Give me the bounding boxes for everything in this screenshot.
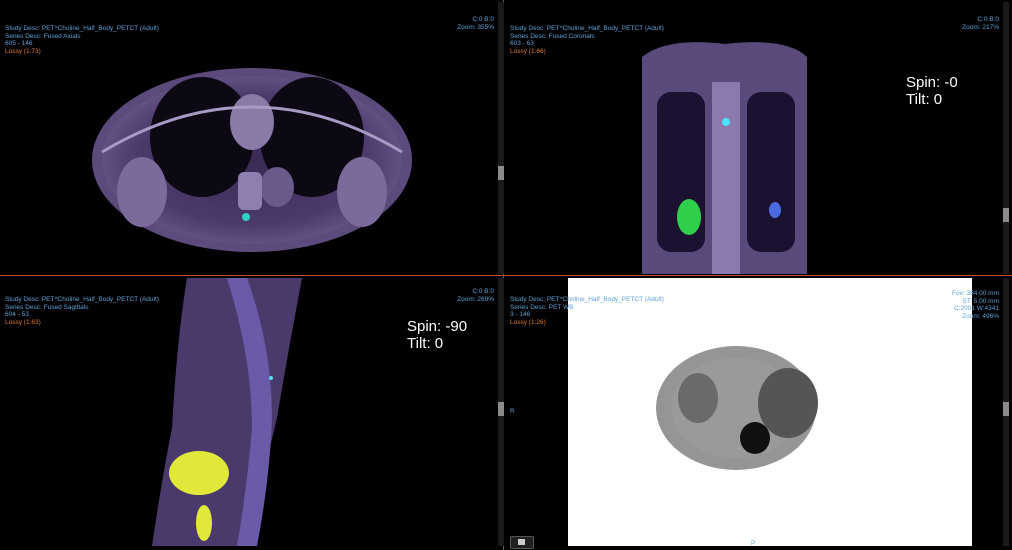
study-desc: Study Desc: PET^Choline_Half_Body_PETCT … — [510, 25, 664, 32]
viewport-fused-sagittal[interactable]: Study Desc: PET^Choline_Half_Body_PETCT … — [2, 278, 498, 546]
spin-value: Spin: -90 — [407, 318, 468, 335]
zoom-level: Zoom: 496% — [962, 312, 999, 320]
fov-value: Fov: 384.00 mm — [952, 290, 999, 297]
scroll-thumb[interactable] — [498, 166, 504, 180]
window-level: C:0 B:0 — [977, 16, 999, 23]
layout-toggle-icon[interactable] — [510, 536, 534, 549]
window-level: C:2001 W:4341 — [953, 305, 999, 312]
series-desc: Series Desc: PET WB — [510, 303, 574, 311]
scroll-thumb[interactable] — [1003, 208, 1009, 222]
spin-tilt-label: Spin: -90 Tilt: 0 — [407, 318, 467, 352]
image-position: 604 - 53 — [5, 311, 29, 318]
image-position: 3 - 146 — [510, 311, 531, 318]
study-desc: Study Desc: PET^Choline_Half_Body_PETCT … — [5, 296, 159, 303]
series-desc: Series Desc: Fused Sagittals — [5, 303, 89, 311]
slice-thickness: ST: 5.00 mm — [962, 297, 999, 305]
tilt-value: Tilt: 0 — [407, 335, 444, 352]
scroll-thumb[interactable] — [1003, 402, 1009, 416]
image-position: 603 - 63 — [510, 40, 534, 47]
tilt-value: Tilt: 0 — [906, 91, 943, 108]
window-level: C:0 B:0 — [472, 16, 494, 23]
scrollbar-sagittal[interactable] — [498, 278, 504, 546]
overlay-study-info: Study Desc: PET^Choline_Half_Body_PETCT … — [5, 296, 159, 326]
zoom-level: Zoom: 355% — [457, 23, 494, 31]
zoom-level: Zoom: 269% — [457, 295, 494, 303]
orientation-bottom: P — [751, 540, 756, 546]
scrollbar-coronal[interactable] — [1003, 2, 1009, 274]
orientation-left: R — [510, 408, 515, 415]
zoom-level: Zoom: 217% — [962, 23, 999, 31]
scroll-thumb[interactable] — [498, 402, 504, 416]
lossy-label: Lossy (1:73) — [5, 47, 41, 55]
study-desc: Study Desc: PET^Choline_Half_Body_PETCT … — [5, 25, 159, 32]
overlay-view-info: C:0 B:0 Zoom: 269% — [457, 288, 494, 303]
series-desc: Series Desc: Fused Axials — [5, 32, 81, 40]
viewport-pet-wb[interactable]: Study Desc: PET^Choline_Half_Body_PETCT … — [507, 278, 1003, 546]
viewport-fused-axial[interactable]: Study Desc: PET^Choline_Half_Body_PETCT … — [2, 2, 498, 274]
scrollbar-axial[interactable] — [498, 2, 504, 274]
pet-image-top-strip — [667, 278, 922, 290]
window-level: C:0 B:0 — [472, 288, 494, 295]
overlay-view-info: C:0 B:0 Zoom: 217% — [962, 16, 999, 31]
scrollbar-pet[interactable] — [1003, 278, 1009, 546]
lossy-label: Lossy (1:66) — [510, 47, 546, 55]
image-position: 605 - 146 — [5, 40, 33, 47]
overlay-view-info: C:0 B:0 Zoom: 355% — [457, 16, 494, 31]
spin-value: Spin: -0 — [906, 74, 958, 91]
overlay-study-info: Study Desc: PET^Choline_Half_Body_PETCT … — [510, 25, 664, 55]
viewport-fused-coronal[interactable]: Study Desc: PET^Choline_Half_Body_PETCT … — [507, 2, 1003, 274]
lossy-label: Lossy (1:26) — [510, 318, 546, 326]
active-viewport-border — [0, 275, 1012, 276]
overlay-study-info: Study Desc: PET^Choline_Half_Body_PETCT … — [5, 25, 159, 55]
lossy-label: Lossy (1:63) — [5, 318, 41, 326]
study-desc: Study Desc: PET^Choline_Half_Body_PETCT … — [510, 296, 664, 303]
overlay-view-info: Fov: 384.00 mm ST: 5.00 mm C:2001 W:4341… — [952, 290, 999, 320]
spin-tilt-label: Spin: -0 Tilt: 0 — [906, 74, 958, 108]
series-desc: Series Desc: Fused Coronals — [510, 32, 595, 40]
overlay-study-info: Study Desc: PET^Choline_Half_Body_PETCT … — [510, 296, 664, 326]
